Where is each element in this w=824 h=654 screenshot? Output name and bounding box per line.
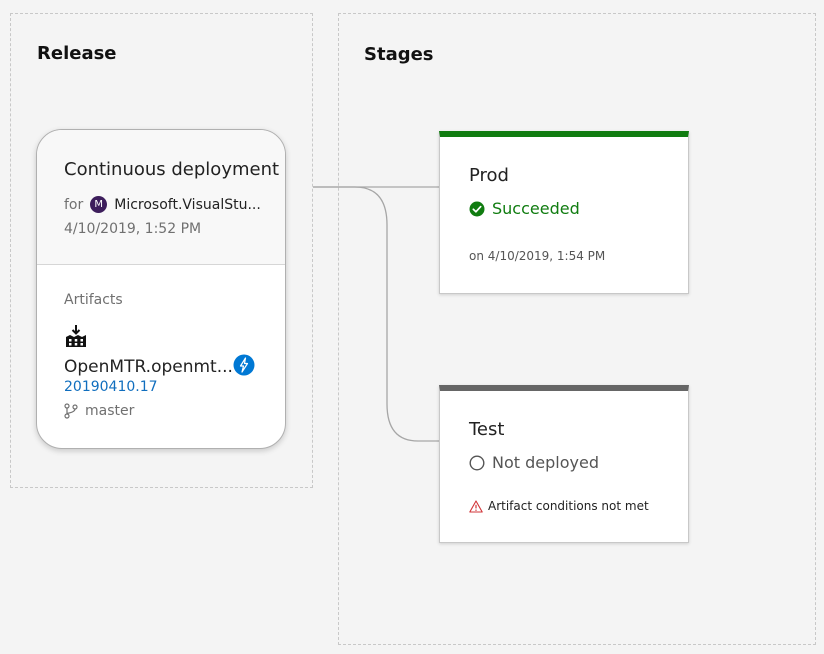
release-summary: Continuous deployment for M Microsoft.Vi…	[37, 130, 285, 265]
connector-to-test	[313, 186, 440, 442]
warning-triangle-icon	[469, 499, 483, 513]
stage-name: Prod	[469, 165, 509, 186]
artifacts-label: Artifacts	[64, 292, 123, 308]
check-circle-icon	[469, 201, 485, 216]
branch-icon	[64, 403, 78, 419]
lightning-trigger-icon[interactable]	[233, 354, 255, 376]
for-label: for	[64, 196, 84, 213]
stage-deploy-time: on 4/10/2019, 1:54 PM	[469, 249, 606, 263]
stage-status: Succeeded	[469, 199, 580, 218]
artifact-version-link[interactable]: 20190410.17	[64, 379, 158, 395]
warning-text: Artifact conditions not met	[488, 499, 649, 513]
stage-name: Test	[469, 419, 505, 440]
stage-status-text: Succeeded	[492, 199, 580, 218]
project-avatar: M	[90, 196, 108, 213]
artifact-branch: master	[64, 403, 134, 419]
stage-status: Not deployed	[469, 453, 599, 472]
stage-card-prod[interactable]: Prod Succeeded on 4/10/2019, 1:54 PM	[439, 131, 689, 294]
build-artifact-icon	[66, 325, 86, 347]
trigger-title: Continuous deployment	[64, 159, 280, 180]
empty-circle-icon	[469, 454, 485, 471]
stage-warning: Artifact conditions not met	[469, 499, 649, 513]
release-date: 4/10/2019, 1:52 PM	[64, 221, 202, 237]
release-source: for M Microsoft.VisualStu...	[64, 196, 261, 213]
stage-status-text: Not deployed	[492, 453, 599, 472]
project-name: Microsoft.VisualStu...	[114, 196, 261, 213]
release-card[interactable]: Continuous deployment for M Microsoft.Vi…	[36, 129, 286, 449]
stage-card-test[interactable]: Test Not deployed Artifact conditions no…	[439, 385, 689, 543]
artifact-name[interactable]: OpenMTR.openmt...	[64, 357, 233, 377]
branch-name: master	[85, 403, 135, 419]
